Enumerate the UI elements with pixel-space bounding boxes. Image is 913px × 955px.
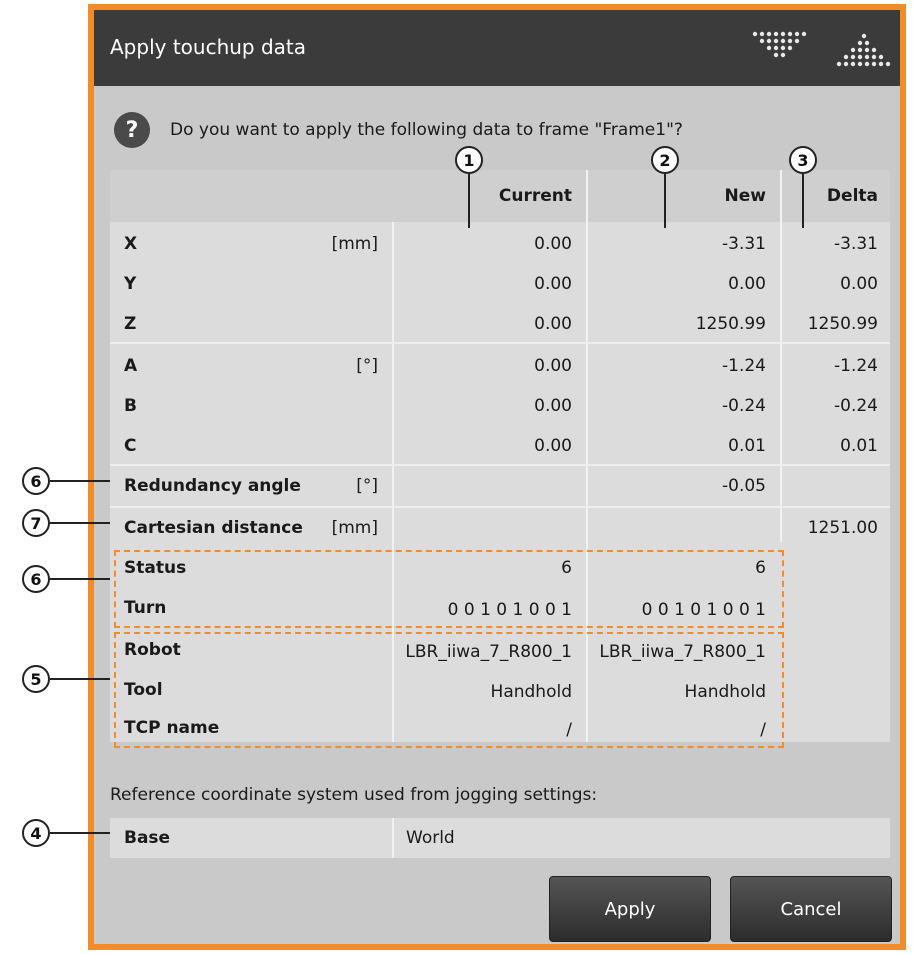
callout-leader [802,170,804,228]
callout-leader [50,578,110,580]
row-divider [110,342,890,344]
row-divider [110,506,890,508]
callout-leader [664,170,666,228]
callout-leader [50,678,110,680]
new-redundancy-angle: -0.05 [722,476,766,496]
row-unit-x: [mm] [331,234,378,254]
current-status: 6 [561,558,572,578]
new-c: 0.01 [728,436,766,456]
new-b: -0.24 [722,396,766,416]
question-icon: ? [114,112,150,148]
current-z: 0.00 [534,314,572,334]
new-z: 1250.99 [695,314,766,334]
row-label-cartesian-distance: Cartesian distance [124,518,303,538]
new-tcp-name: / [760,720,766,740]
current-turn: 0 0 1 0 1 0 0 1 [447,600,572,620]
new-a: -1.24 [722,356,766,376]
column-header-current: Current [498,186,572,206]
row-unit-a: [°] [356,356,378,376]
callout-new: 2 [651,146,679,174]
column-header-delta: Delta [826,186,878,206]
new-status: 6 [755,558,766,578]
row-label-tool: Tool [124,680,163,700]
delta-z: 1250.99 [807,314,878,334]
callout-redundancy: 6 [22,467,50,495]
callout-reference: 4 [22,819,50,847]
delta-c: 0.01 [840,436,878,456]
delta-y: 0.00 [840,274,878,294]
callout-current: 1 [455,146,483,174]
delta-b: -0.24 [834,396,878,416]
dialog-title: Apply touchup data [110,35,307,59]
current-x: 0.00 [534,234,572,254]
callout-cartesian: 7 [22,509,50,537]
callout-robot-group: 5 [22,665,50,693]
delta-x: -3.31 [834,234,878,254]
callout-leader [50,480,110,482]
current-c: 0.00 [534,436,572,456]
column-divider [392,818,394,858]
title-bar: Apply touchup data [94,10,900,86]
new-turn: 0 0 1 0 1 0 0 1 [641,600,766,620]
callout-leader [50,832,110,834]
dots-down-logo-icon [752,31,807,58]
reference-value: World [406,828,455,848]
callout-delta: 3 [789,146,817,174]
column-header-new: New [724,186,766,206]
row-divider [110,464,890,466]
reference-key: Base [124,828,171,848]
row-label-turn: Turn [124,598,167,618]
row-label-b: B [124,396,137,416]
row-label-a: A [124,356,138,376]
row-label-c: C [124,436,137,456]
apply-button[interactable]: Apply [549,876,711,942]
confirmation-question: Do you want to apply the following data … [170,120,683,140]
row-label-z: Z [124,314,137,334]
cancel-button[interactable]: Cancel [730,876,892,942]
row-label-status: Status [124,558,187,578]
callout-leader [50,522,110,524]
current-robot: LBR_iiwa_7_R800_1 [405,642,572,662]
reference-system-label: Reference coordinate system used from jo… [110,785,598,805]
new-x: -3.31 [722,234,766,254]
callout-leader [468,170,470,228]
new-tool: Handhold [684,682,766,702]
row-unit-cartesian-distance: [mm] [331,518,378,538]
row-label-y: Y [124,274,137,294]
row-label-x: X [124,234,138,254]
new-y: 0.00 [728,274,766,294]
apply-touchup-dialog: Apply touchup data ? Do you want to appl… [88,4,906,950]
delta-cartesian-distance: 1251.00 [807,518,878,538]
reference-system-row: Base World [110,818,890,858]
callout-status-group: 6 [22,565,50,593]
dots-up-logo-icon [836,33,891,67]
current-y: 0.00 [534,274,572,294]
new-robot: LBR_iiwa_7_R800_1 [599,642,766,662]
row-label-robot: Robot [124,640,181,660]
column-divider [780,170,782,542]
current-b: 0.00 [534,396,572,416]
touchup-data-table: Current New Delta X [mm] 0.00 -3.31 -3.3… [110,170,890,748]
row-unit-redundancy-angle: [°] [356,476,378,496]
current-a: 0.00 [534,356,572,376]
current-tool: Handhold [490,682,572,702]
current-tcp-name: / [566,720,572,740]
row-label-redundancy-angle: Redundancy angle [124,476,301,496]
delta-a: -1.24 [834,356,878,376]
row-label-tcp-name: TCP name [124,718,220,738]
